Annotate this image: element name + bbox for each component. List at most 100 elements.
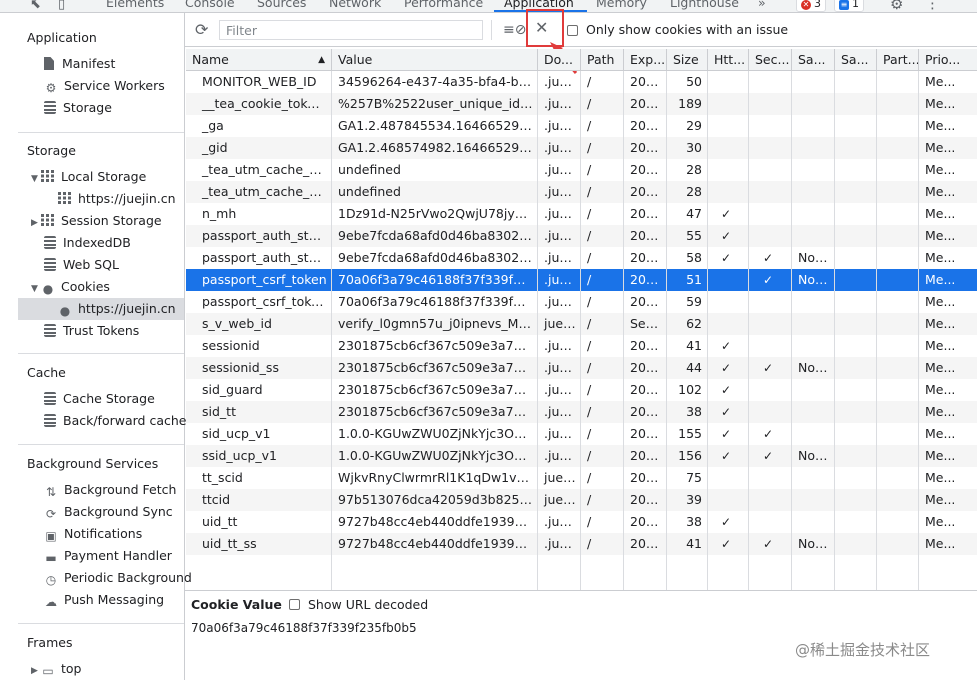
sidebar-item-local-storage[interactable]: ▼ Local Storage <box>31 166 146 188</box>
column-divider <box>748 71 749 590</box>
column-header-domain[interactable]: Do... <box>538 49 581 71</box>
cookie-value-text[interactable]: 70a06f3a79c46188f37f339f235fb0b5 <box>191 621 417 635</box>
column-header-priority[interactable]: Prio... <box>919 49 977 71</box>
messages-badge[interactable]: ≡ 1 <box>834 0 864 12</box>
column-header-secure[interactable]: Sec... <box>749 49 792 71</box>
expand-triangle-icon[interactable]: ▼ <box>31 278 41 300</box>
sidebar-item-indexeddb[interactable]: IndexedDB <box>44 232 131 254</box>
table-row[interactable]: n_mh 1Dz91d-N25rVwo2QwjU78jyXJj... .jue...… <box>186 203 977 225</box>
table-row[interactable]: passport_csrf_token 70a06f3a79c46188f37f3… <box>186 269 977 291</box>
table-row[interactable]: passport_csrf_token... 70a06f3a79c46188f3… <box>186 291 977 313</box>
table-row[interactable]: _tea_utm_cache_2018 undefined .jue.../202.… <box>186 159 977 181</box>
cell-priority: Me... <box>925 162 956 177</box>
more-tabs-button[interactable]: » <box>758 0 766 10</box>
sidebar-item-push-messaging[interactable]: ☁ Push Messaging <box>44 589 164 611</box>
cloud-icon: ☁ <box>45 595 57 609</box>
cell-samesite: None <box>792 269 835 291</box>
tab-performance[interactable]: Performance <box>404 0 483 10</box>
cell-samesite <box>792 489 835 511</box>
column-header-sameparty[interactable]: Sa... <box>835 49 877 71</box>
tab-console[interactable]: Console <box>185 0 235 10</box>
table-row[interactable]: _gid GA1.2.468574982.1646652925 .jue.../20… <box>186 137 977 159</box>
cell-partition <box>877 269 919 291</box>
cell-priority: Me... <box>925 206 956 221</box>
more-options-icon[interactable]: ⋮ <box>925 0 940 12</box>
device-toolbar-icon[interactable]: ▯ <box>58 0 65 12</box>
tab-network[interactable]: Network <box>329 0 381 10</box>
sidebar-item-periodic-background-sync[interactable]: ◷ Periodic Background <box>44 567 192 589</box>
table-row[interactable]: passport_auth_stat... 9ebe7fcda68afd0d46b… <box>186 247 977 269</box>
refresh-icon[interactable]: ⟳ <box>195 20 208 39</box>
sidebar-item-websql[interactable]: Web SQL <box>44 254 119 276</box>
column-header-samesite[interactable]: Sa... <box>792 49 835 71</box>
only-issue-checkbox[interactable] <box>567 25 578 36</box>
settings-gear-icon[interactable]: ⚙ <box>890 0 903 12</box>
table-row[interactable]: sid_guard 2301875cb6cf367c509e3a77500....… <box>186 379 977 401</box>
table-row[interactable]: ssid_ucp_v1 1.0.0-KGUwZWU0ZjNkYjc3ODM....… <box>186 445 977 467</box>
table-row[interactable]: _ga GA1.2.487845534.1646652925 .jue.../202… <box>186 115 977 137</box>
cell-http <box>708 71 749 93</box>
filter-input[interactable] <box>219 20 483 40</box>
sidebar-item-back-forward-cache[interactable]: Back/forward cache <box>44 410 186 432</box>
tab-elements[interactable]: Elements <box>106 0 164 10</box>
sidebar-item-payment-handler[interactable]: ▬ Payment Handler <box>44 545 172 567</box>
sidebar-item-local-storage-origin[interactable]: https://juejin.cn <box>58 188 176 210</box>
table-row[interactable]: sessionid 2301875cb6cf367c509e3a77500....… <box>186 335 977 357</box>
sidebar-item-cache-storage[interactable]: Cache Storage <box>44 388 155 410</box>
cell-partition <box>877 225 919 247</box>
cell-path: / <box>581 401 624 423</box>
table-row[interactable]: s_v_web_id verify_l0gmn57u_j0ipnevs_MXp..… <box>186 313 977 335</box>
table-row[interactable]: sid_tt 2301875cb6cf367c509e3a77500... .jue… <box>186 401 977 423</box>
table-row[interactable]: MONITOR_WEB_ID 34596264-e437-4a35-bfa4-b1… <box>186 71 977 93</box>
cell-partition <box>877 313 919 335</box>
column-header-partition-key[interactable]: Part... <box>877 49 919 71</box>
cookie-icon: ● <box>42 282 54 296</box>
sidebar-item-storage[interactable]: Storage <box>44 97 112 119</box>
table-row[interactable]: passport_auth_status 9ebe7fcda68afd0d46ba… <box>186 225 977 247</box>
clear-all-cookies-icon[interactable]: ≡⊘ <box>503 22 526 38</box>
cell-domain: .jue... <box>538 379 581 401</box>
table-row[interactable]: ttcid 97b513076dca42059d3b8254fd... juej..… <box>186 489 977 511</box>
cell-sameparty <box>835 313 877 335</box>
collapse-triangle-icon[interactable]: ▶ <box>31 660 41 682</box>
tab-sources[interactable]: Sources <box>257 0 306 10</box>
table-row[interactable]: __tea_cookie_token... %257B%2522user_uniq… <box>186 93 977 115</box>
table-row[interactable]: sessionid_ss 2301875cb6cf367c509e3a77500.… <box>186 357 977 379</box>
expand-triangle-icon[interactable]: ▼ <box>31 168 41 190</box>
sidebar-item-manifest[interactable]: Manifest <box>44 53 115 75</box>
sidebar-item-cookies-origin[interactable]: ● https://juejin.cn <box>18 298 184 320</box>
sidebar-item-background-fetch[interactable]: ⇅ Background Fetch <box>44 479 176 501</box>
sidebar-item-trust-tokens[interactable]: Trust Tokens <box>44 320 139 342</box>
inspect-element-icon[interactable]: ⬉ <box>30 0 41 12</box>
errors-badge[interactable]: ✕ 3 <box>796 0 826 12</box>
column-header-value[interactable]: Value <box>332 49 538 71</box>
column-header-name[interactable]: Name ▲ <box>186 49 332 71</box>
table-row[interactable]: uid_tt 9727b48cc4eb440ddfe19391bc... .jue.… <box>186 511 977 533</box>
column-header-httponly[interactable]: Htt... <box>708 49 749 71</box>
sidebar-item-label: Cache Storage <box>63 391 155 406</box>
tab-memory[interactable]: Memory <box>596 0 647 10</box>
cell-value: GA1.2.468574982.1646652925 <box>332 137 538 159</box>
sidebar-item-cookies[interactable]: ▼ ● Cookies <box>31 276 110 298</box>
cell-secure: ✓ <box>749 533 792 555</box>
cell-priority: Me... <box>925 426 956 441</box>
database-icon <box>44 324 56 337</box>
column-header-path[interactable]: Path <box>581 49 624 71</box>
table-row[interactable]: sid_ucp_v1 1.0.0-KGUwZWU0ZjNkYjc3ODM... .j… <box>186 423 977 445</box>
sidebar-item-background-sync[interactable]: ⟳ Background Sync <box>44 501 173 523</box>
cell-path: / <box>581 203 624 225</box>
collapse-triangle-icon[interactable]: ▶ <box>31 212 41 234</box>
sidebar-item-notifications[interactable]: ▣ Notifications <box>44 523 142 545</box>
cell-path: / <box>581 181 624 203</box>
sidebar-item-session-storage[interactable]: ▶ Session Storage <box>31 210 162 232</box>
column-header-expires[interactable]: Exp... <box>624 49 667 71</box>
show-url-decoded-checkbox[interactable] <box>289 599 300 610</box>
section-title-storage: Storage <box>27 143 76 158</box>
table-row[interactable]: _tea_utm_cache_2608 undefined .jue.../202.… <box>186 181 977 203</box>
sidebar-item-frame-top[interactable]: ▶ ▭ top <box>31 658 81 680</box>
column-header-size[interactable]: Size <box>667 49 708 71</box>
sidebar-item-service-workers[interactable]: ⚙ Service Workers <box>44 75 165 97</box>
table-row[interactable]: uid_tt_ss 9727b48cc4eb440ddfe19391bc... .j… <box>186 533 977 555</box>
tab-lighthouse[interactable]: Lighthouse <box>670 0 739 10</box>
table-row[interactable]: tt_scid WjkvRnyClwrmrRl1K1qDw1vPV... juej.… <box>186 467 977 489</box>
